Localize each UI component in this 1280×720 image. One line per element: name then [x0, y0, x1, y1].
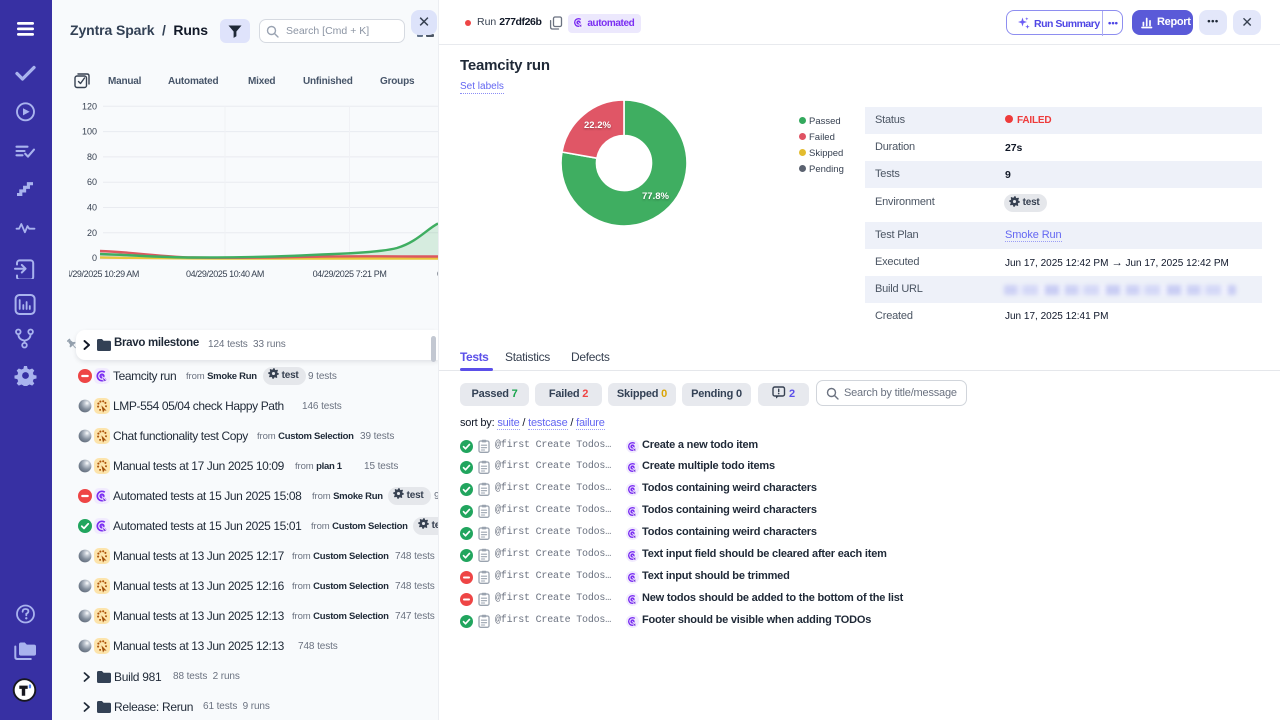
- svg-text:120: 120: [82, 101, 97, 111]
- svg-text:40: 40: [87, 203, 97, 213]
- svg-text:80: 80: [87, 152, 97, 162]
- svg-text:20: 20: [87, 228, 97, 238]
- svg-text:04/29/2025 10:40 AM: 04/29/2025 10:40 AM: [186, 269, 264, 279]
- svg-text:60: 60: [87, 177, 97, 187]
- svg-text:04/29/2025 7:21 PM: 04/29/2025 7:21 PM: [313, 269, 387, 279]
- svg-text:04/29/2025 7:22 PM: 04/29/2025 7:22 PM: [437, 269, 438, 279]
- svg-text:100: 100: [82, 127, 97, 137]
- svg-text:0: 0: [92, 253, 97, 263]
- svg-text:04/29/2025 10:29 AM: 04/29/2025 10:29 AM: [69, 269, 139, 279]
